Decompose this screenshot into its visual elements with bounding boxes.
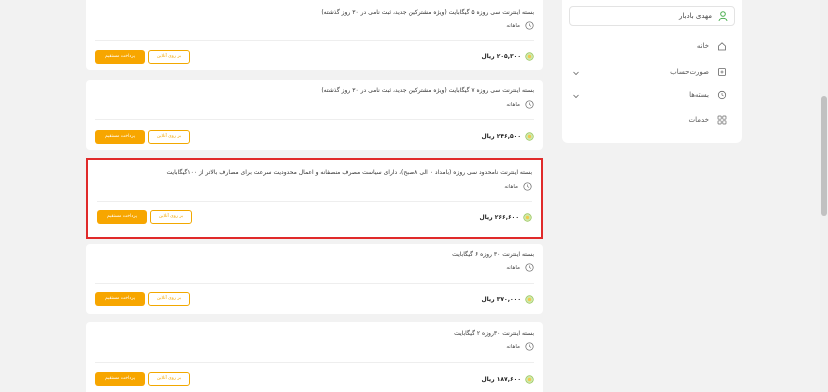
package-card-highlighted: بسته اینترنت نامحدود سی روزه (بامداد ۰ ا… — [86, 158, 543, 239]
package-period-label: ماهانه — [506, 265, 520, 271]
sidebar-item-home[interactable]: خانه — [569, 40, 735, 54]
package-title: بسته اینترنت سی روزه ۷ گیگابایت (ویژه مش… — [321, 87, 534, 94]
chevron-down-icon — [573, 71, 579, 76]
card-divider — [95, 362, 534, 363]
coin-icon — [523, 213, 532, 222]
sidebar-item-label: صورت‌حساب — [670, 68, 709, 76]
package-price-amount: ۳۷۰,۰۰۰ ریال — [481, 296, 521, 303]
chevron-down-icon — [573, 94, 579, 99]
package-card: بسته اینترنت سی روزه ۵ گیگابایت (ویژه مش… — [86, 0, 543, 70]
package-price-amount: ۲۰۵,۳۰۰ ریال — [481, 53, 521, 60]
coin-icon — [525, 52, 534, 61]
direct-pay-button[interactable]: پرداخت مستقیم — [95, 130, 145, 144]
sidebar: مهدی بادبار خانه صورت‌حساب بسته‌ها — [562, 0, 742, 143]
user-profile-box[interactable]: مهدی بادبار — [569, 6, 735, 26]
package-card: بسته اینترنت ۳۰روزه ۲ گیگابایت ماهانه ۱۸… — [86, 322, 543, 392]
card-divider — [97, 201, 532, 202]
package-title: بسته اینترنت نامحدود سی روزه (بامداد ۰ ا… — [166, 169, 532, 176]
package-price-amount: ۱۸۷,۶۰۰ ریال — [481, 376, 521, 383]
home-icon — [718, 42, 726, 51]
package-period-label: ماهانه — [506, 344, 520, 350]
clock-icon — [525, 342, 534, 351]
package-price-amount: ۲۶۶,۶۰۰ ریال — [479, 214, 519, 221]
coin-icon — [525, 295, 534, 304]
user-name: مهدی بادبار — [678, 12, 712, 20]
sidebar-item-label: خانه — [696, 42, 709, 50]
clock-icon — [523, 182, 532, 191]
gift-online-button[interactable]: بر روی آنلاین — [148, 372, 190, 386]
package-period-label: ماهانه — [506, 23, 520, 29]
sidebar-item-invoice[interactable]: صورت‌حساب — [569, 66, 735, 80]
gift-online-button[interactable]: بر روی آنلاین — [148, 130, 190, 144]
coin-icon — [525, 375, 534, 384]
package-title: بسته اینترنت سی روزه ۵ گیگابایت (ویژه مش… — [321, 9, 534, 16]
direct-pay-button[interactable]: پرداخت مستقیم — [95, 292, 145, 306]
direct-pay-button[interactable]: پرداخت مستقیم — [97, 210, 147, 224]
direct-pay-button[interactable]: پرداخت مستقیم — [95, 50, 145, 64]
direct-pay-button[interactable]: پرداخت مستقیم — [95, 372, 145, 386]
gift-online-button[interactable]: بر روی آنلاین — [150, 210, 192, 224]
coin-icon — [525, 132, 534, 141]
card-divider — [95, 119, 534, 120]
clock-icon — [525, 100, 534, 109]
package-price-amount: ۲۴۶,۵۰۰ ریال — [481, 133, 521, 140]
gift-online-button[interactable]: بر روی آنلاین — [148, 50, 190, 64]
page-scrollbar[interactable] — [820, 0, 828, 392]
sidebar-item-label: بسته‌ها — [689, 91, 709, 99]
sidebar-item-label: خدمات — [688, 116, 709, 124]
invoice-icon — [718, 68, 726, 76]
package-card: بسته اینترنت ۳۰ روزه ۶ گیگابایت ماهانه ۳… — [86, 244, 543, 314]
package-icon — [717, 90, 727, 100]
package-period-label: ماهانه — [504, 184, 518, 190]
package-card: بسته اینترنت سی روزه ۷ گیگابایت (ویژه مش… — [86, 80, 543, 150]
scrollbar-thumb[interactable] — [821, 96, 827, 216]
gift-online-button[interactable]: بر روی آنلاین — [148, 292, 190, 306]
card-divider — [95, 40, 534, 41]
user-icon — [718, 11, 728, 22]
sidebar-item-packages[interactable]: بسته‌ها — [569, 89, 735, 103]
card-divider — [95, 283, 534, 284]
clock-icon — [525, 263, 534, 272]
package-period-label: ماهانه — [506, 102, 520, 108]
package-title: بسته اینترنت ۳۰روزه ۲ گیگابایت — [454, 330, 534, 337]
package-title: بسته اینترنت ۳۰ روزه ۶ گیگابایت — [452, 251, 534, 258]
sidebar-item-services[interactable]: خدمات — [569, 114, 735, 128]
services-icon — [717, 115, 727, 125]
clock-icon — [525, 21, 534, 30]
